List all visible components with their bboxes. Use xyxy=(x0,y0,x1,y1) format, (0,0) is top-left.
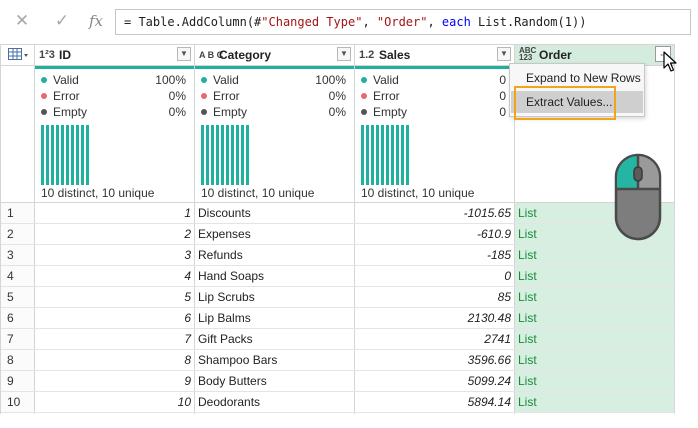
cell-id[interactable]: 5 xyxy=(35,287,191,307)
cell-order-list[interactable]: List xyxy=(515,329,674,349)
cell-id[interactable]: 6 xyxy=(35,308,191,328)
cell-order-list[interactable]: List xyxy=(515,308,674,328)
cell-id[interactable]: 7 xyxy=(35,329,191,349)
cell-order-list[interactable]: List xyxy=(515,266,674,286)
formula-bar: ✕ ✓ fx = Table.AddColumn(#"Changed Type"… xyxy=(0,0,698,44)
cell-category[interactable]: Lip Scrubs xyxy=(198,287,348,307)
formula-input[interactable]: = Table.AddColumn(#"Changed Type", "Orde… xyxy=(115,9,691,35)
row-number: 1 xyxy=(1,203,34,223)
column-profile-category: Valid 100% Error 0% Empty 0% 10 distinct, 1… xyxy=(195,69,354,202)
table-icon xyxy=(8,48,28,60)
cell-category[interactable]: Gift Packs xyxy=(198,329,348,349)
cell-sales[interactable]: 0 xyxy=(355,266,511,286)
cancel-x-icon[interactable]: ✕ xyxy=(10,10,34,32)
cell-order-list[interactable]: List xyxy=(515,350,674,370)
column-header-id[interactable]: 1²3 ID ▼ xyxy=(35,45,194,66)
highlight-box xyxy=(514,86,616,120)
cell-id[interactable]: 3 xyxy=(35,245,191,265)
table-row[interactable]: 6 6 Lip Balms 2130.48 List xyxy=(1,308,675,329)
cell-order-list[interactable]: List xyxy=(515,287,674,307)
column-header-category[interactable]: A B C Category ▼ xyxy=(195,45,354,66)
cell-category[interactable]: Hand Soaps xyxy=(198,266,348,286)
cell-id[interactable]: 8 xyxy=(35,350,191,370)
cell-sales[interactable]: 3596.66 xyxy=(355,350,511,370)
cell-category[interactable]: Lip Balms xyxy=(198,308,348,328)
cell-sales[interactable]: -1015.65 xyxy=(355,203,511,223)
cell-id[interactable]: 2 xyxy=(35,224,191,244)
cell-category[interactable]: Body Butters xyxy=(198,371,348,391)
any-type-icon[interactable]: ABC 123 xyxy=(519,47,537,62)
row-number: 4 xyxy=(1,266,34,286)
column-profile-sales: Valid 0 Error 0 Empty 0 10 distinct, 10 uni… xyxy=(355,69,514,202)
distribution-chart xyxy=(41,125,191,185)
cell-sales[interactable]: 2741 xyxy=(355,329,511,349)
row-number: 8 xyxy=(1,350,34,370)
decimal-type-icon[interactable]: 1.2 xyxy=(359,48,374,62)
mouse-left-click-icon xyxy=(614,153,662,241)
distribution-chart xyxy=(201,125,351,185)
cell-order-list[interactable]: List xyxy=(515,245,674,265)
row-number: 7 xyxy=(1,329,34,349)
column-profile-id: Valid 100% Error 0% Empty 0% 10 distinct, 1… xyxy=(35,69,194,202)
table-row[interactable]: 3 3 Refunds -185 List xyxy=(1,245,675,266)
cell-sales[interactable]: 5894.14 xyxy=(355,392,511,412)
cell-sales[interactable]: 85 xyxy=(355,287,511,307)
column-header-sales[interactable]: 1.2 Sales ▼ xyxy=(355,45,514,66)
chevron-down-icon[interactable]: ▼ xyxy=(177,47,191,61)
row-number: 2 xyxy=(1,224,34,244)
cell-category[interactable]: Deodorants xyxy=(198,392,348,412)
cell-id[interactable]: 10 xyxy=(35,392,191,412)
cell-id[interactable]: 9 xyxy=(35,371,191,391)
cell-id[interactable]: 4 xyxy=(35,266,191,286)
chevron-down-icon[interactable]: ▼ xyxy=(497,47,511,61)
cell-sales[interactable]: 5099.24 xyxy=(355,371,511,391)
cell-sales[interactable]: -610.9 xyxy=(355,224,511,244)
cell-category[interactable]: Refunds xyxy=(198,245,348,265)
distribution-chart xyxy=(361,125,511,185)
row-number: 10 xyxy=(1,392,34,412)
check-icon[interactable]: ✓ xyxy=(50,10,74,32)
cell-category[interactable]: Discounts xyxy=(198,203,348,223)
table-corner-menu[interactable] xyxy=(1,45,34,66)
cell-id[interactable]: 1 xyxy=(35,203,191,223)
table-row[interactable]: 7 7 Gift Packs 2741 List xyxy=(1,329,675,350)
fx-icon[interactable]: fx xyxy=(84,10,108,32)
chevron-down-icon[interactable]: ▼ xyxy=(337,47,351,61)
table-row[interactable]: 8 8 Shampoo Bars 3596.66 List xyxy=(1,350,675,371)
cursor-icon xyxy=(663,51,677,72)
table-row[interactable]: 9 9 Body Butters 5099.24 List xyxy=(1,371,675,392)
cell-category[interactable]: Expenses xyxy=(198,224,348,244)
table-row[interactable]: 1 1 Discounts -1015.65 List xyxy=(1,203,675,224)
row-number: 6 xyxy=(1,308,34,328)
whole-number-type-icon[interactable]: 1²3 xyxy=(39,48,55,62)
row-number: 3 xyxy=(1,245,34,265)
cell-sales[interactable]: -185 xyxy=(355,245,511,265)
row-number: 5 xyxy=(1,287,34,307)
table-row[interactable]: 5 5 Lip Scrubs 85 List xyxy=(1,287,675,308)
cell-category[interactable]: Shampoo Bars xyxy=(198,350,348,370)
cell-sales[interactable]: 2130.48 xyxy=(355,308,511,328)
table-row[interactable]: 2 2 Expenses -610.9 List xyxy=(1,224,675,245)
cell-order-list[interactable]: List xyxy=(515,371,674,391)
table-row[interactable]: 10 10 Deodorants 5894.14 List xyxy=(1,392,675,413)
table-row[interactable]: 4 4 Hand Soaps 0 List xyxy=(1,266,675,287)
cell-order-list[interactable]: List xyxy=(515,392,674,412)
row-number: 9 xyxy=(1,371,34,391)
